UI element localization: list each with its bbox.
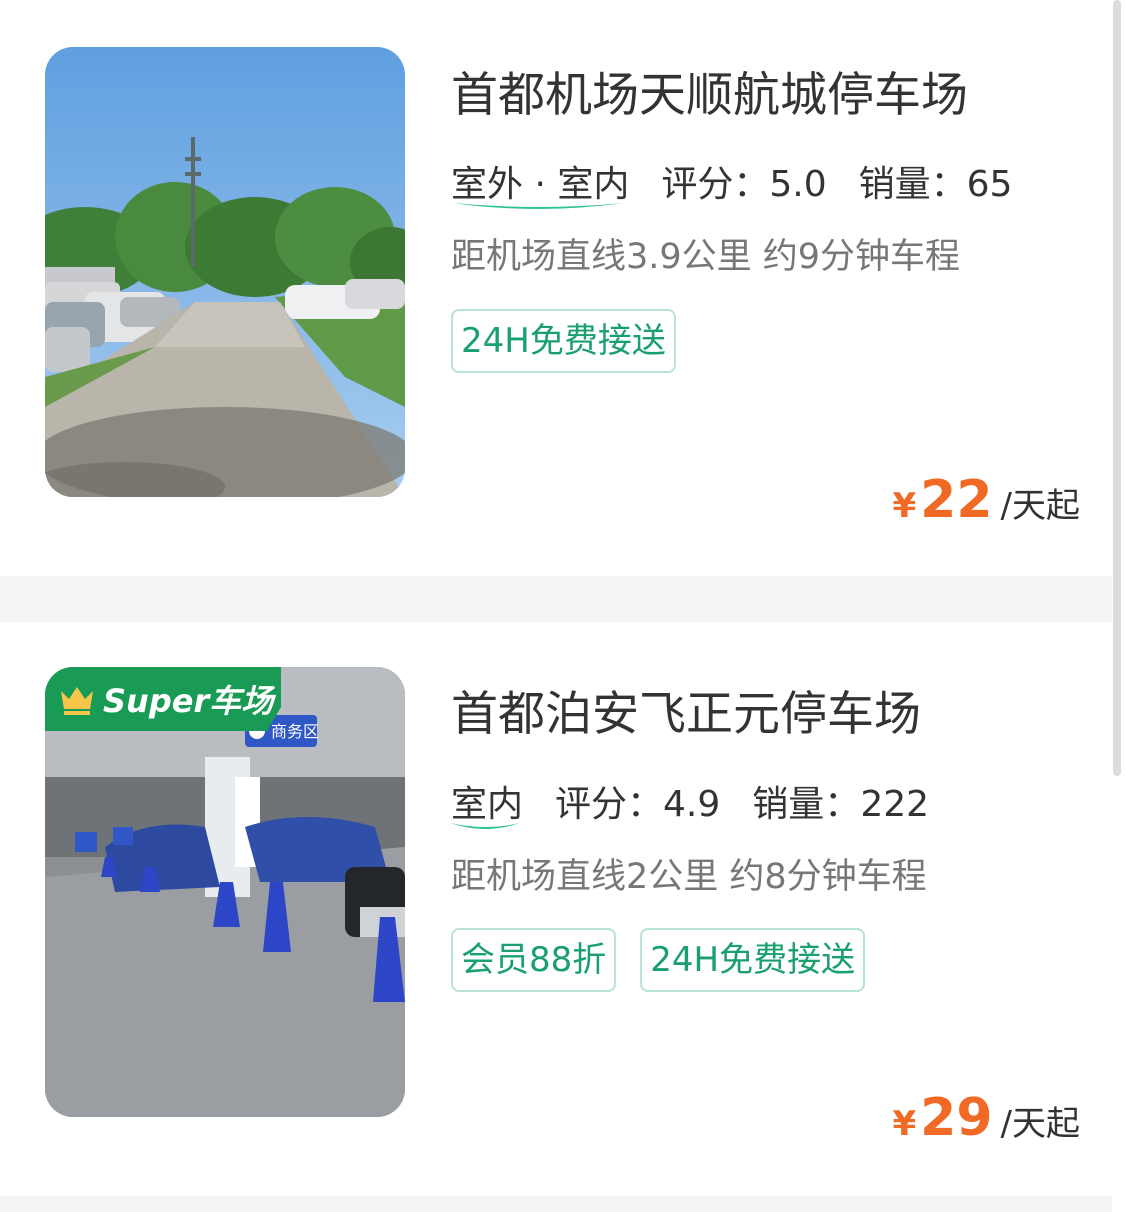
parking-type-label: 室外 · 室内: [451, 164, 630, 205]
super-badge-label: Super车场: [103, 682, 274, 720]
tag-free-shuttle: 24H免费接送: [451, 309, 676, 373]
rating-label: 评分：: [661, 164, 770, 205]
card-divider: [0, 576, 1112, 622]
sales-label: 销量：: [752, 784, 861, 825]
parking-type-label: 室内: [451, 784, 524, 825]
price-amount: 22: [920, 470, 993, 530]
parking-photo[interactable]: 商务区 Super车场: [45, 667, 405, 1117]
parking-tags: 会员88折 24H免费接送: [451, 928, 866, 992]
parking-price: ¥ 29 /天起: [892, 1088, 1080, 1148]
sales-value: 65: [966, 164, 1013, 205]
price-currency: ¥: [892, 1104, 917, 1144]
price-amount: 29: [920, 1088, 993, 1148]
rating-label: 评分：: [555, 784, 664, 825]
tag-free-shuttle: 24H免费接送: [640, 928, 866, 992]
super-badge: Super车场: [45, 667, 281, 731]
scrollbar[interactable]: [1112, 0, 1125, 1212]
scrollbar-thumb[interactable]: [1113, 0, 1121, 776]
parking-meta: 室外 · 室内 评分： 5.0 销量： 65: [451, 155, 1044, 209]
parking-photo[interactable]: [45, 47, 405, 497]
rating-value: 4.9: [663, 784, 721, 825]
parking-tags: 24H免费接送: [451, 309, 676, 373]
parking-meta: 室内 评分： 4.9 销量： 222: [450, 775, 961, 829]
parking-type: 室外 · 室内: [451, 155, 630, 209]
list-bottom-spacer: [0, 1196, 1112, 1212]
parking-distance: 距机场直线3.9公里 约9分钟车程: [451, 237, 961, 277]
price-unit: /天起: [1000, 1104, 1080, 1144]
sales-value: 222: [860, 784, 930, 825]
parking-distance: 距机场直线2公里 约8分钟车程: [451, 857, 927, 897]
tag-member-discount: 会员88折: [451, 928, 617, 992]
parking-price: ¥ 22 /天起: [892, 470, 1080, 530]
price-currency: ¥: [892, 486, 917, 526]
parking-name: 首都泊安飞正元停车场: [451, 687, 921, 742]
parking-type: 室内: [450, 775, 524, 829]
sales-label: 销量：: [858, 164, 967, 205]
crown-icon: [61, 687, 93, 715]
parking-card[interactable]: 首都机场天顺航城停车场 室外 · 室内 评分： 5.0 销量： 65 距机场直线…: [0, 0, 1112, 576]
rating-value: 5.0: [769, 164, 827, 205]
parking-name: 首都机场天顺航城停车场: [451, 68, 968, 123]
parking-card[interactable]: 商务区 Super车场 首都泊安飞正元停车场 室内 评分： 4.9 销量： 22…: [0, 622, 1112, 1196]
price-unit: /天起: [1000, 486, 1080, 526]
